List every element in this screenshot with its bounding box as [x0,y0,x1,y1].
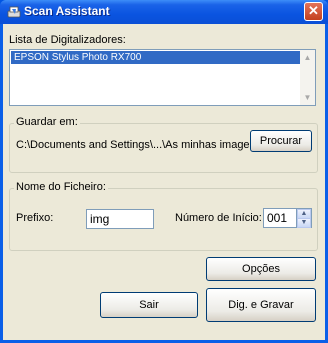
scanner-app-icon [7,6,21,18]
scanner-list-item[interactable]: EPSON Stylus Photo RX700 [11,51,301,64]
save-location-label: Guardar em: [14,116,80,128]
chevron-down-icon: ▼ [303,93,312,102]
prefix-label: Prefixo: [16,212,54,224]
spin-down-button[interactable]: ▼ [297,218,311,228]
scan-and-save-button[interactable]: Dig. e Gravar [206,288,316,322]
scanner-list[interactable]: EPSON Stylus Photo RX700 ▲ ▼ [9,49,316,106]
window-title: Scan Assistant [24,4,110,18]
chevron-up-icon: ▲ [303,53,312,62]
close-icon: ✕ [308,3,319,18]
browse-button[interactable]: Procurar [250,130,312,152]
start-number-label: Número de Início: [175,212,262,224]
scroll-down-button[interactable]: ▼ [300,90,315,105]
dialog-body: Lista de Digitalizadores: EPSON Stylus P… [3,24,325,340]
save-path-text: C:\Documents and Settings\...\As minhas … [16,139,262,151]
scanner-list-scrollbar[interactable]: ▲ ▼ [300,50,315,105]
options-button[interactable]: Opções [206,257,316,281]
exit-button[interactable]: Sair [100,292,198,318]
scroll-up-button[interactable]: ▲ [300,50,315,65]
start-number-input[interactable]: 001 [263,208,297,228]
prefix-input[interactable]: img [86,209,154,229]
scan-assistant-window: Scan Assistant ✕ Lista de Digitalizadore… [0,0,328,343]
scanner-list-label: Lista de Digitalizadores: [9,34,126,46]
start-number-spinner[interactable]: ▲ ▼ [296,208,312,228]
spin-down-icon: ▼ [300,219,308,226]
spin-up-icon: ▲ [300,210,308,217]
title-bar[interactable]: Scan Assistant ✕ [0,0,328,24]
close-button[interactable]: ✕ [304,2,323,21]
filename-group-label: Nome do Ficheiro: [14,181,108,193]
